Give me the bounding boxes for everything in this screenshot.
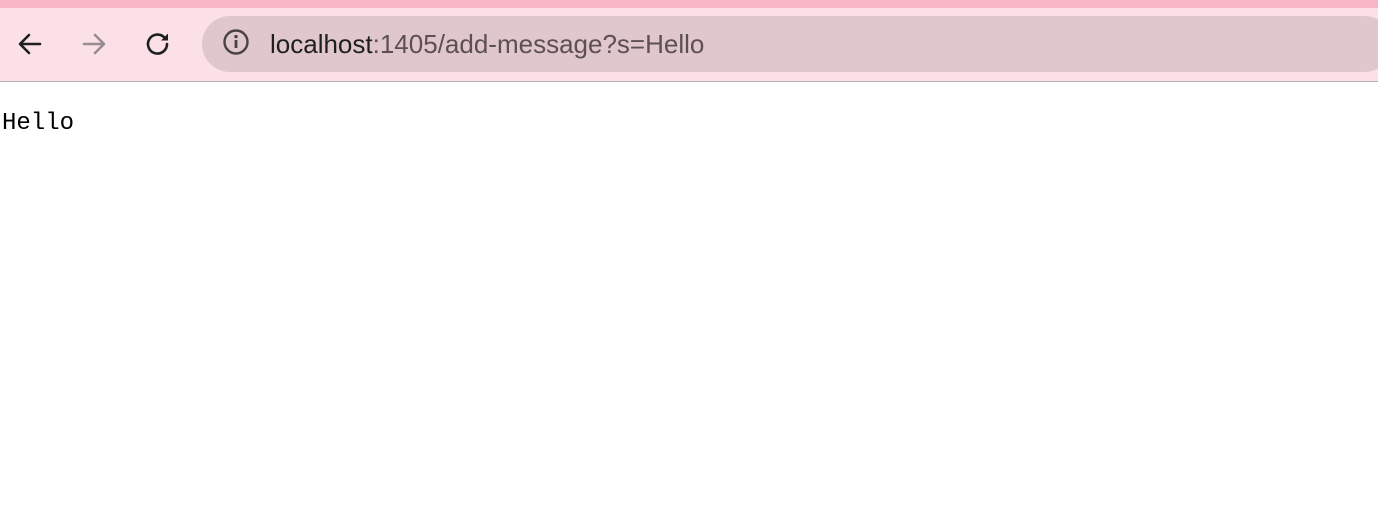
back-button[interactable] — [10, 24, 50, 64]
browser-toolbar: localhost:1405/add-message?s=Hello — [0, 8, 1378, 82]
info-circle-icon — [222, 28, 250, 61]
url-path: :1405/add-message?s=Hello — [372, 29, 705, 59]
url-text[interactable]: localhost:1405/add-message?s=Hello — [270, 16, 704, 72]
arrow-left-icon — [16, 30, 44, 58]
url-host: localhost — [270, 29, 373, 59]
site-info-button[interactable] — [222, 28, 250, 61]
forward-button[interactable] — [74, 24, 114, 64]
reload-button[interactable] — [138, 24, 178, 64]
tab-strip-edge — [0, 0, 1378, 8]
page-body-text: Hello — [2, 110, 75, 137]
address-bar[interactable]: localhost:1405/add-message?s=Hello — [202, 16, 1378, 72]
arrow-right-icon — [80, 30, 108, 58]
reload-icon — [143, 29, 173, 59]
